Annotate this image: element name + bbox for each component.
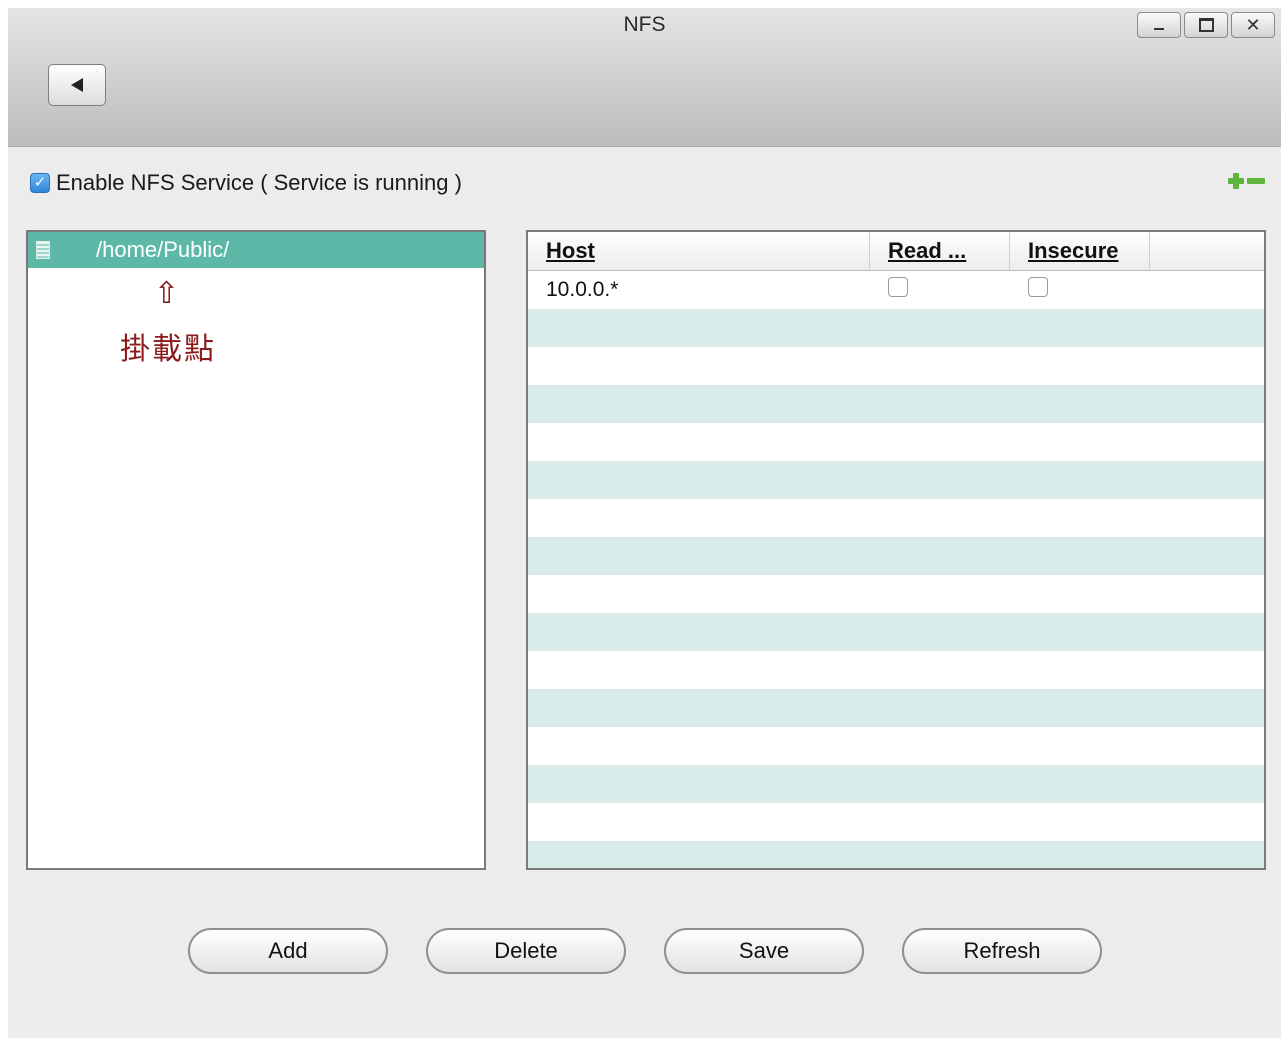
close-icon: ✕ — [1245, 14, 1261, 35]
hosts-table: Host Read ... Insecure 10.0.0.* — [526, 230, 1266, 870]
empty-row — [528, 765, 1264, 803]
enable-nfs-label: Enable NFS Service ( Service is running … — [56, 170, 462, 195]
save-button[interactable]: Save — [664, 928, 864, 974]
maximize-button[interactable] — [1184, 12, 1228, 38]
table-row[interactable]: 10.0.0.* — [528, 271, 1264, 309]
back-arrow-icon — [71, 78, 83, 92]
add-button[interactable]: Add — [188, 928, 388, 974]
empty-row — [528, 461, 1264, 499]
window-controls: ✕ — [1137, 12, 1275, 38]
empty-row — [528, 651, 1264, 689]
empty-row — [528, 803, 1264, 841]
empty-row — [528, 537, 1264, 575]
read-only-checkbox[interactable] — [888, 277, 908, 297]
add-host-icon[interactable] — [1228, 173, 1244, 189]
delete-button[interactable]: Delete — [426, 928, 626, 974]
column-header-host[interactable]: Host — [528, 232, 870, 270]
refresh-button[interactable]: Refresh — [902, 928, 1102, 974]
read-only-cell — [870, 277, 1010, 303]
host-cell: 10.0.0.* — [546, 278, 619, 301]
add-remove-controls — [1228, 173, 1265, 189]
column-header-read-only[interactable]: Read ... — [870, 232, 1010, 270]
empty-row — [528, 423, 1264, 461]
empty-row — [528, 689, 1264, 727]
empty-row — [528, 727, 1264, 765]
back-button[interactable] — [48, 64, 106, 106]
action-buttons: Add Delete Save Refresh — [188, 928, 1102, 974]
maximize-icon — [1198, 18, 1214, 32]
mount-point-list: /home/Public/ ⇧ 掛載點 — [26, 230, 486, 870]
enable-nfs-checkbox[interactable]: ✓ — [30, 173, 50, 193]
window-title: NFS — [623, 13, 666, 36]
nfs-window: NFS ✕ ✓ Enable NFS Service ( Service is … — [8, 8, 1281, 1038]
insecure-checkbox[interactable] — [1028, 277, 1048, 297]
empty-row — [528, 385, 1264, 423]
minimize-icon — [1154, 28, 1164, 30]
title-bar: NFS ✕ — [8, 8, 1281, 147]
close-button[interactable]: ✕ — [1231, 12, 1275, 38]
mount-point-path: /home/Public/ — [96, 237, 230, 262]
insecure-cell — [1010, 277, 1150, 303]
table-header: Host Read ... Insecure — [528, 232, 1264, 271]
column-header-filler — [1150, 232, 1264, 270]
empty-row — [528, 499, 1264, 537]
empty-row — [528, 347, 1264, 385]
remove-host-icon[interactable] — [1247, 178, 1265, 184]
folder-list-icon — [36, 241, 50, 259]
empty-row — [528, 841, 1264, 868]
annotation-arrow: ⇧ — [154, 276, 180, 311]
minimize-button[interactable] — [1137, 12, 1181, 38]
table-body: 10.0.0.* — [528, 271, 1264, 868]
empty-row — [528, 309, 1264, 347]
column-header-insecure[interactable]: Insecure — [1010, 232, 1150, 270]
enable-nfs-row: ✓ Enable NFS Service ( Service is runnin… — [30, 170, 462, 196]
annotation-label: 掛載點 — [120, 332, 216, 367]
empty-row — [528, 613, 1264, 651]
empty-row — [528, 575, 1264, 613]
mount-point-item[interactable]: /home/Public/ — [28, 232, 484, 268]
